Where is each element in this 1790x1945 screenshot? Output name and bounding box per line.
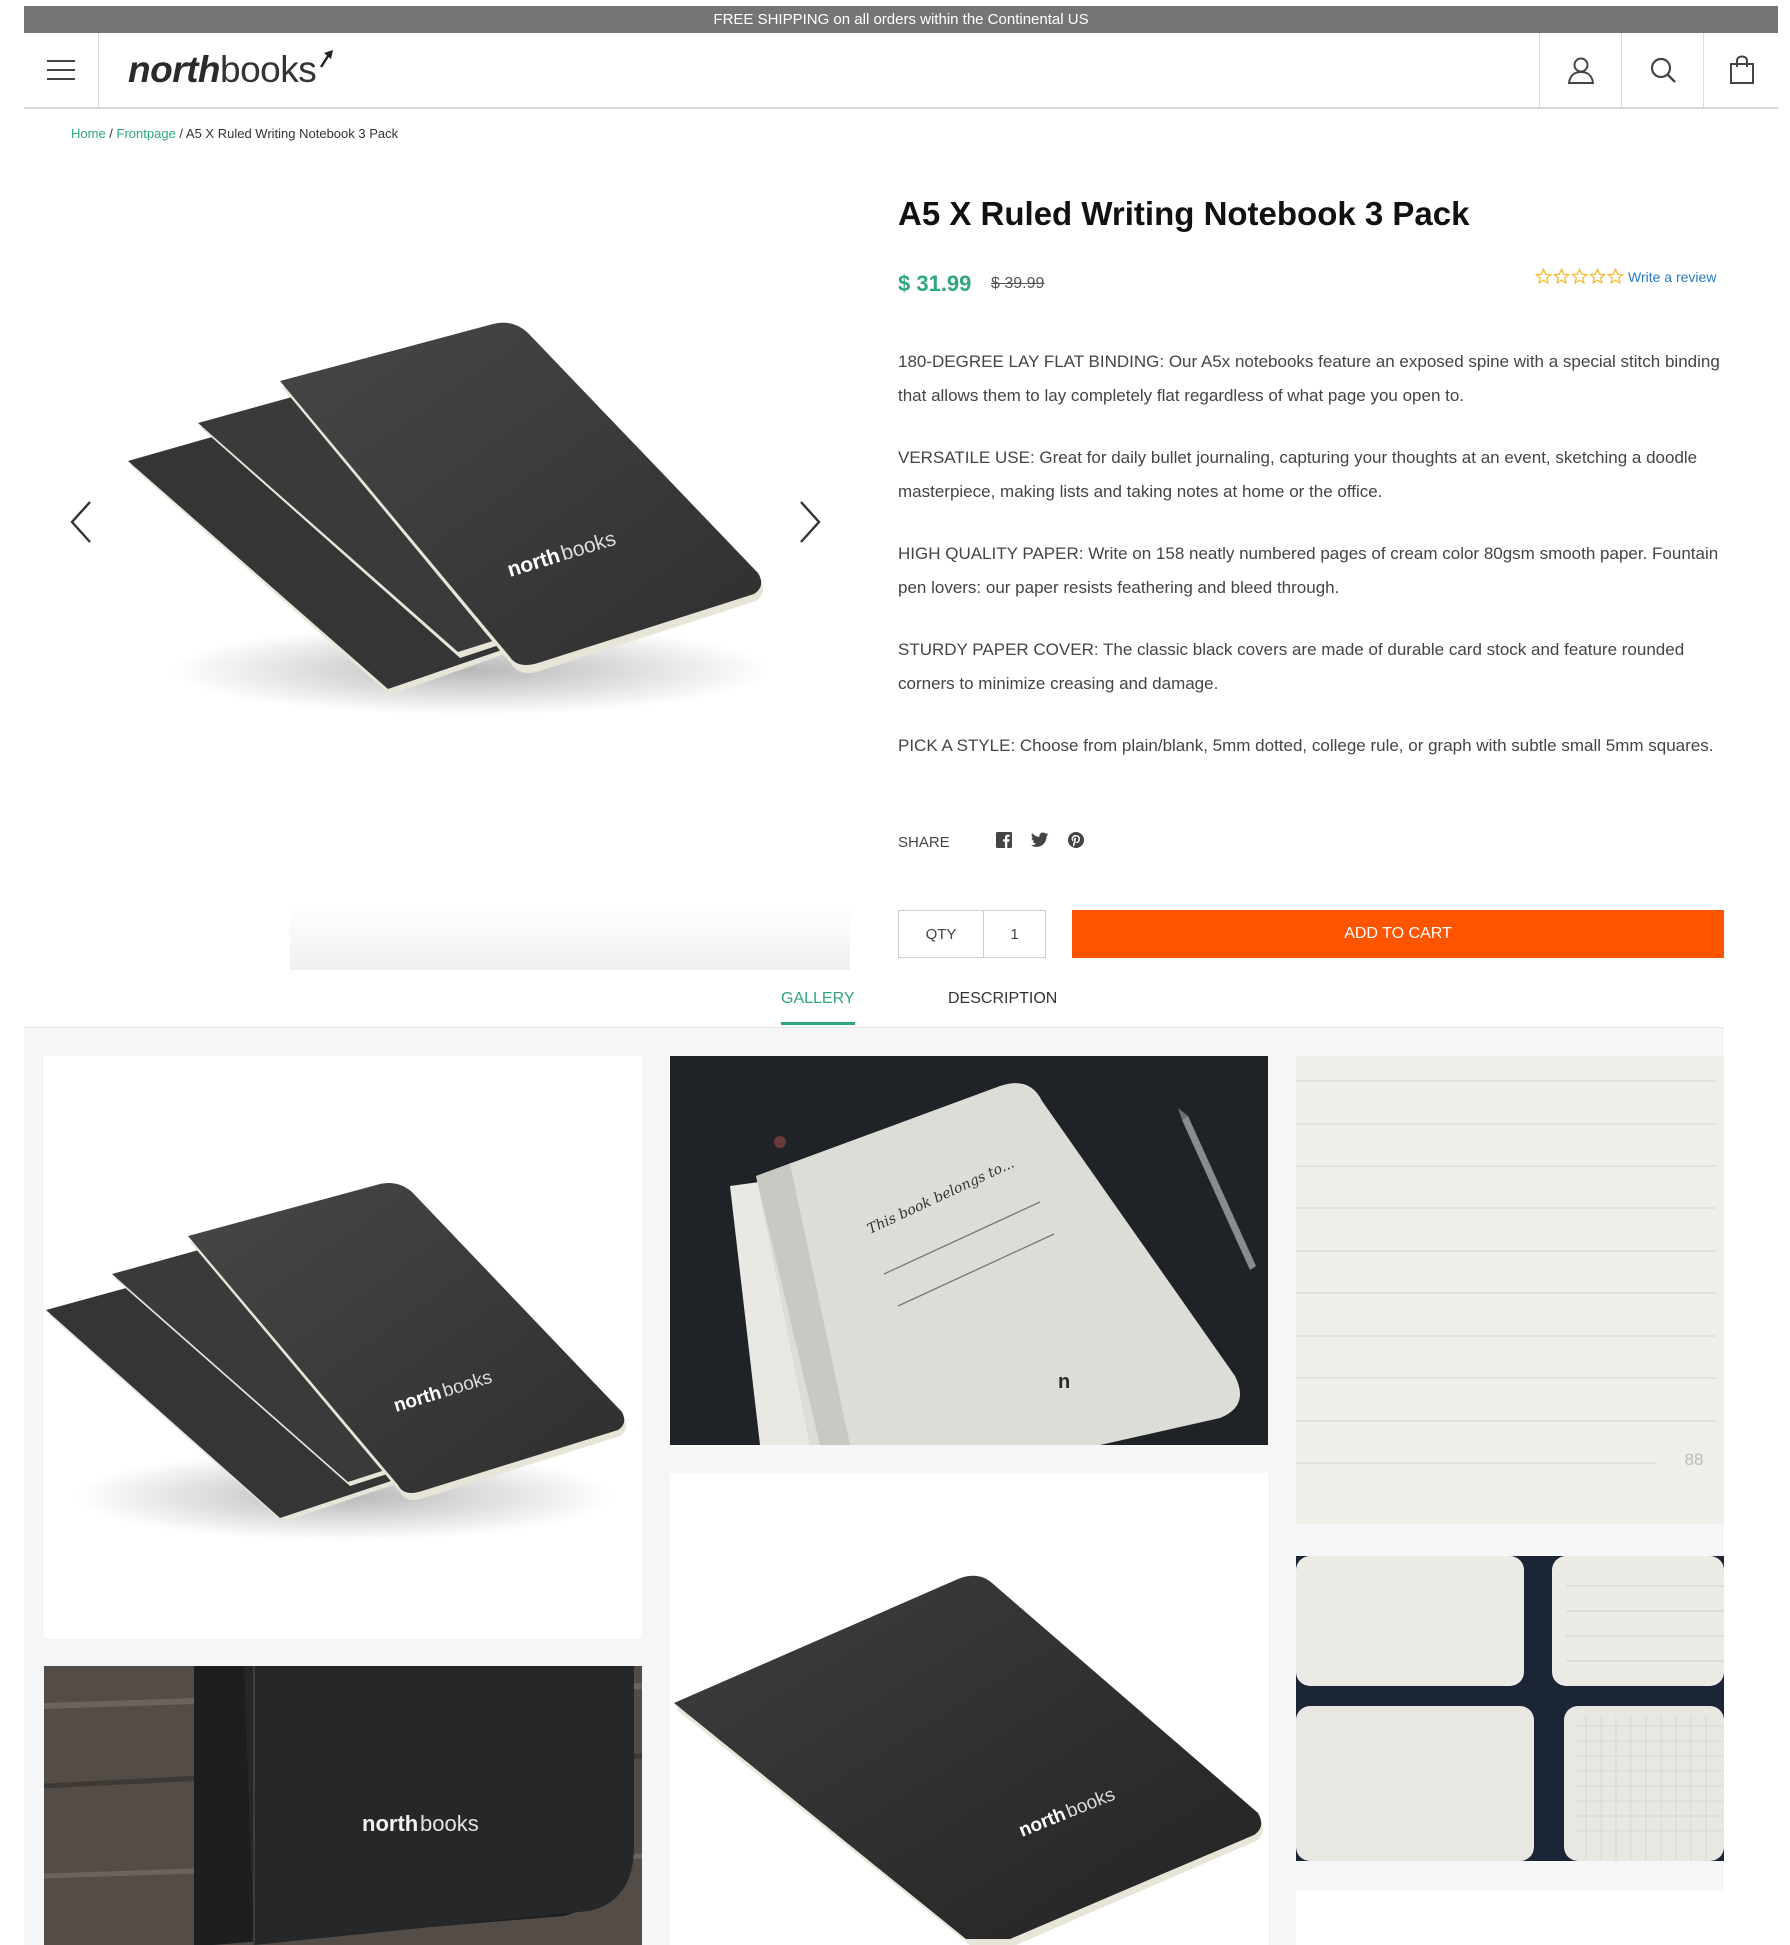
search-icon [1650,57,1676,83]
star-outline-icon [1607,268,1624,285]
gallery-image-art: This book belongs to... n [670,1056,1268,1445]
twitter-icon[interactable] [1031,832,1049,848]
breadcrumb-home-link[interactable]: Home [71,126,106,141]
product-main-image: north books [128,322,770,715]
share-icons [995,831,1085,849]
breadcrumb-frontpage-link[interactable]: Frontpage [117,126,176,141]
previous-image-arrow-icon[interactable] [64,498,98,546]
tab-bar [24,968,1724,1028]
tab-description[interactable]: DESCRIPTION [948,990,1057,1008]
gallery-image-open-notebook[interactable]: This book belongs to... n [670,1056,1268,1445]
description-paragraph: VERSATILE USE: Great for daily bullet jo… [898,448,1698,501]
description-paragraph: STURDY PAPER COVER: The classic black co… [898,640,1685,693]
breadcrumb: Home / Frontpage / A5 X Ruled Writing No… [71,126,398,141]
search-button[interactable] [1621,33,1704,107]
gallery-image-page-styles[interactable] [1296,1556,1724,1861]
star-outline-icon [1589,268,1606,285]
hamburger-icon [47,60,75,80]
star-outline-icon [1571,268,1588,285]
breadcrumb-separator: / [105,126,117,141]
cover-logo-bold: north [362,1811,418,1836]
logo-light-text: books [220,49,317,90]
logo-arrow-icon [320,50,334,68]
breadcrumb-current: A5 X Ruled Writing Notebook 3 Pack [185,126,399,141]
gallery-image-three-pack[interactable]: north books [44,1056,642,1638]
add-to-cart-button[interactable]: ADD TO CART [1072,910,1724,958]
next-image-arrow-icon[interactable] [793,498,827,546]
shopping-bag-icon [1729,55,1754,84]
gallery-image-art: north books [44,1666,642,1945]
announcement-bar: FREE SHIPPING on all orders within the C… [24,6,1778,33]
site-header: north books [24,33,1778,109]
rating-stars[interactable] [1535,268,1624,285]
gallery-image-art: north books [674,1575,1264,1945]
page-number: 88 [1685,1450,1704,1469]
gallery-image-art: 88 [1296,1056,1724,1524]
write-review-link[interactable]: Write a review [1628,269,1716,285]
gallery-image-notebook-on-wood[interactable]: north books [44,1666,642,1945]
breadcrumb-separator: / [175,126,186,141]
quantity-input[interactable] [984,910,1046,958]
gallery-image-art: north books [46,1183,627,1541]
gallery-image-art [1296,1556,1724,1861]
cover-logo-light: books [420,1811,479,1836]
facebook-icon[interactable] [995,831,1013,849]
logo-bold-text: north [128,49,221,90]
small-logo-mark: n [1058,1371,1070,1393]
user-icon [1567,57,1595,84]
account-button[interactable] [1539,33,1622,107]
share-label: SHARE [898,834,950,851]
product-title: A5 X Ruled Writing Notebook 3 Pack [898,195,1470,232]
description-paragraph: PICK A STYLE: Choose from plain/blank, 5… [898,736,1714,755]
compare-at-price: $ 39.99 [991,275,1045,292]
product-description: 180-DEGREE LAY FLAT BINDING: Our A5x not… [898,345,1738,791]
star-outline-icon [1553,268,1570,285]
description-paragraph: 180-DEGREE LAY FLAT BINDING: Our A5x not… [898,352,1720,405]
image-shadow [290,905,850,970]
tab-gallery[interactable]: GALLERY [781,990,855,1025]
menu-button[interactable] [24,33,99,107]
logo[interactable]: north books [128,33,368,107]
cart-button[interactable] [1703,33,1779,107]
sale-price: $ 31.99 [898,271,972,296]
gallery-image-partial[interactable] [1296,1891,1724,1945]
star-outline-icon [1535,268,1552,285]
quantity-label: QTY [898,910,984,958]
pinterest-icon[interactable] [1067,831,1085,849]
description-paragraph: HIGH QUALITY PAPER: Write on 158 neatly … [898,544,1719,597]
gallery-image-ruled-page[interactable]: 88 [1296,1056,1724,1524]
gallery-image-single-notebook[interactable]: north books [670,1473,1268,1945]
